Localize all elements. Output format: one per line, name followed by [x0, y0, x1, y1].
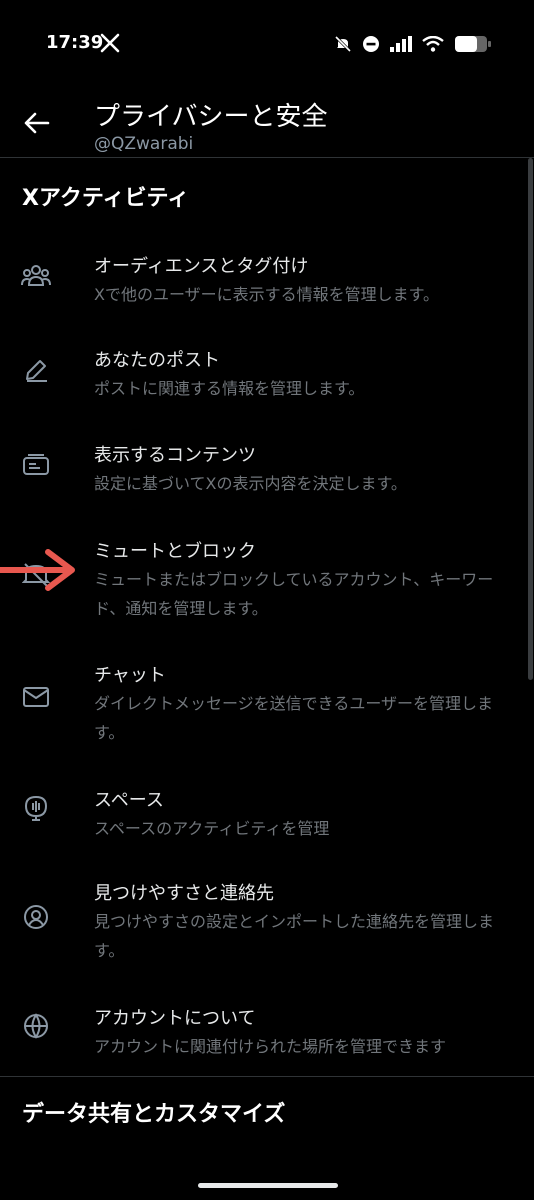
status-time: 17:39: [46, 32, 104, 53]
settings-item-description: 設定に基づいてXの表示内容を決定します。: [94, 474, 407, 493]
status-bar: 17:39: [0, 0, 534, 88]
settings-item-description: ダイレクトメッセージを送信できるユーザーを管理します。: [94, 694, 494, 742]
scrollbar[interactable]: [528, 158, 533, 680]
settings-item-title: チャット: [94, 665, 166, 686]
settings-item-description: 見つけやすさの設定とインポートした連絡先を管理します。: [94, 912, 495, 960]
x-logo-icon: [100, 33, 120, 53]
settings-item-title: オーディエンスとタグ付け: [94, 256, 309, 277]
envelope-icon: [20, 681, 52, 713]
wifi-icon: [422, 36, 444, 52]
annotation-arrow-icon: [0, 549, 75, 591]
header: プライバシーと安全 @QZwarabi: [0, 88, 534, 158]
signal-icon: [390, 36, 412, 52]
settings-item-discoverability[interactable]: 見つけやすさと連絡先 見つけやすさの設定とインポートした連絡先を管理します。: [0, 879, 520, 967]
home-indicator[interactable]: [198, 1183, 338, 1188]
settings-item-description: アカウントに関連付けられた場所を管理できます: [94, 1037, 447, 1056]
settings-item-audience[interactable]: オーディエンスとタグ付け Xで他のユーザーに表示する情報を管理します。: [0, 252, 520, 312]
settings-item-chat[interactable]: チャット ダイレクトメッセージを送信できるユーザーを管理します。: [0, 661, 520, 749]
globe-icon: [20, 1010, 52, 1042]
settings-item-title: ミュートとブロック: [94, 541, 256, 562]
settings-item-title: あなたのポスト: [94, 350, 220, 371]
content-icon: [20, 449, 52, 481]
back-button[interactable]: [20, 106, 54, 140]
settings-item-description: ミュートまたはブロックしているアカウント、キーワード、通知を管理します。: [94, 570, 494, 618]
section-title-activity: Xアクティビティ: [22, 186, 190, 211]
settings-item-description: Xで他のユーザーに表示する情報を管理します。: [94, 285, 440, 304]
status-icons: [334, 33, 492, 55]
discover-icon: [20, 901, 52, 933]
settings-item-your-posts[interactable]: あなたのポスト ポストに関連する情報を管理します。: [0, 346, 520, 406]
section-title-data-sharing: データ共有とカスタマイズ: [22, 1102, 286, 1127]
pencil-icon: [20, 354, 52, 386]
mute-bell-icon: [334, 35, 352, 53]
settings-item-title: 表示するコンテンツ: [94, 445, 256, 466]
settings-item-title: アカウントについて: [94, 1008, 256, 1029]
arrow-left-icon: [24, 112, 50, 134]
battery-icon: [455, 36, 491, 52]
page-title: プライバシーと安全: [94, 102, 328, 132]
dnd-icon: [363, 36, 379, 52]
account-handle: @QZwarabi: [94, 134, 194, 154]
settings-item-about-account[interactable]: アカウントについて アカウントに関連付けられた場所を管理できます: [0, 1004, 520, 1064]
people-icon: [20, 260, 52, 292]
settings-item-title: 見つけやすさと連絡先: [94, 883, 274, 904]
settings-item-content[interactable]: 表示するコンテンツ 設定に基づいてXの表示内容を決定します。: [0, 441, 520, 501]
settings-item-description: ポストに関連する情報を管理します。: [94, 379, 365, 398]
settings-item-title: スペース: [94, 790, 164, 811]
settings-item-spaces[interactable]: スペース スペースのアクティビティを管理: [0, 786, 520, 846]
spaces-icon: [20, 792, 52, 824]
settings-item-description: スペースのアクティビティを管理: [94, 819, 330, 838]
section-divider: [0, 1076, 534, 1077]
